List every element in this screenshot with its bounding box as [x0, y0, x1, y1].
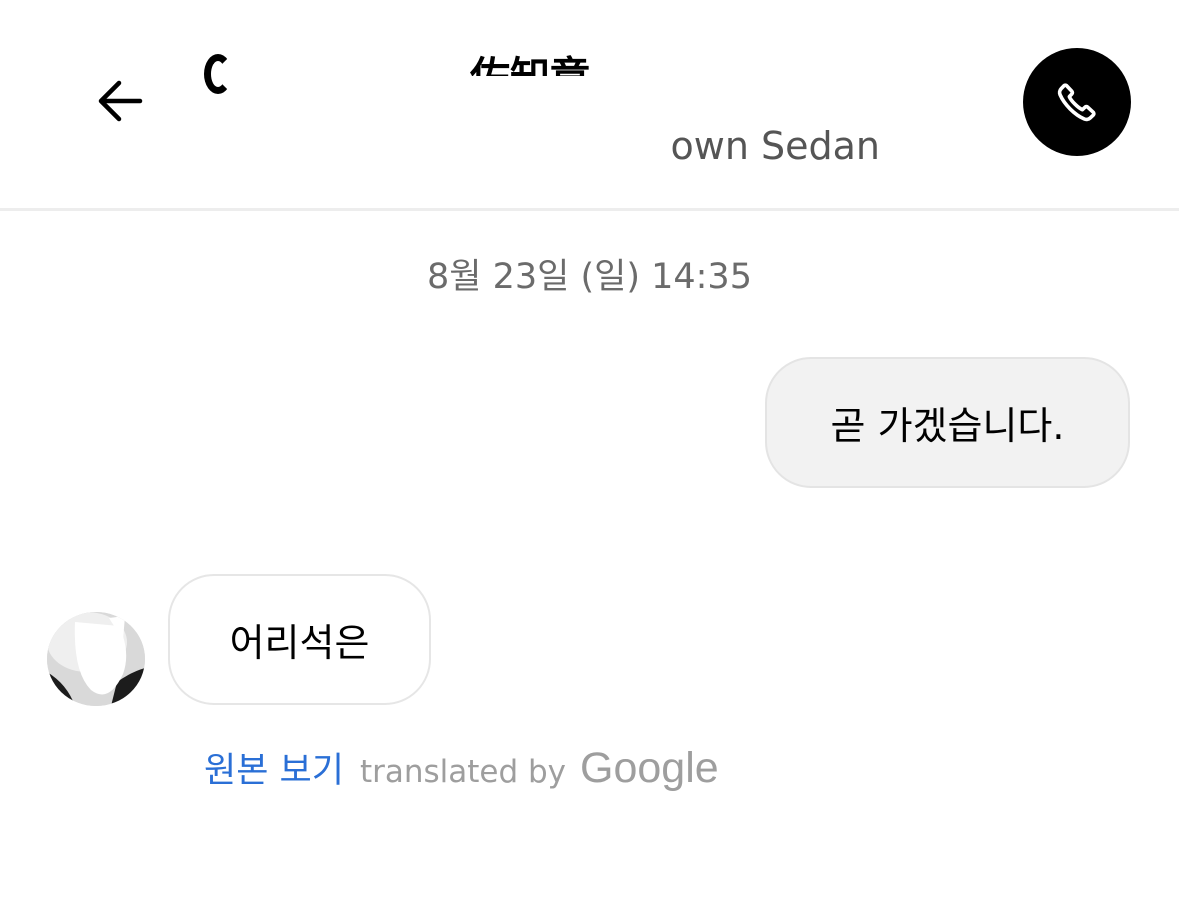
- message-date: 8월 23일 (일) 14:35: [427, 257, 752, 297]
- avatar[interactable]: [47, 612, 145, 706]
- chat-header: 佐知章 own Sedan: [0, 0, 1179, 211]
- incoming-message-text: 어리석은: [229, 621, 370, 665]
- vehicle-info: own Sedan: [560, 122, 880, 170]
- show-original-link[interactable]: 원본 보기: [204, 742, 344, 793]
- back-arrow-icon: [98, 80, 143, 122]
- driver-name: 佐知章: [200, 42, 630, 102]
- back-button[interactable]: [92, 72, 150, 130]
- outgoing-message-bubble: 곧 가겠습니다.: [765, 357, 1130, 488]
- vehicle-text: own Sedan: [670, 124, 880, 168]
- redaction-mask: [470, 76, 630, 102]
- google-logo: Google: [580, 744, 719, 792]
- call-button[interactable]: [1023, 48, 1131, 156]
- driver-avatar-image: [47, 612, 145, 706]
- incoming-message-bubble: 어리석은: [168, 574, 431, 705]
- phone-icon: [1057, 83, 1096, 122]
- translation-info: 원본 보기 translated by Google: [204, 742, 719, 802]
- outgoing-message-text: 곧 가겠습니다.: [830, 404, 1065, 448]
- translated-by-label: translated by: [359, 754, 567, 790]
- redacted-text: [204, 54, 232, 94]
